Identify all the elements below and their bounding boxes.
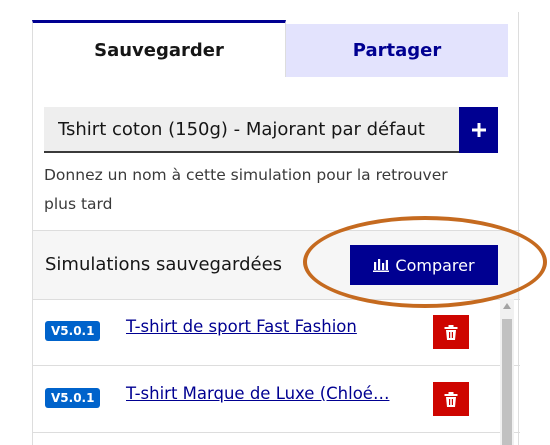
- saved-simulations-header: Simulations sauvegardées Comparer: [33, 230, 520, 300]
- version-badge: V5.0.1: [45, 388, 101, 408]
- simulation-name-input[interactable]: [44, 107, 459, 153]
- plus-icon: [471, 123, 486, 137]
- saved-simulations-title: Simulations sauvegardées: [45, 254, 283, 275]
- tab-bar: Sauvegarder Partager: [32, 20, 520, 77]
- simulation-name-row: [44, 107, 498, 153]
- tab-partager[interactable]: Partager: [286, 24, 508, 77]
- trash-icon: [444, 324, 458, 340]
- version-badge: V5.0.1: [45, 321, 101, 341]
- simulation-link[interactable]: T-shirt de sport Fast Fashion: [126, 317, 357, 336]
- compare-button[interactable]: Comparer: [350, 245, 498, 285]
- delete-simulation-button[interactable]: [433, 315, 469, 349]
- add-simulation-button[interactable]: [459, 107, 498, 153]
- simulation-panel: Sauvegarder Partager Donnez un nom à cet…: [28, 0, 520, 445]
- bar-chart-icon: [373, 259, 390, 272]
- tab-sauvegarder[interactable]: Sauvegarder: [32, 20, 286, 77]
- simulation-link[interactable]: T-shirt Marque de Luxe (Chloé…: [126, 384, 389, 403]
- scrollbar-thumb[interactable]: [502, 319, 512, 445]
- list-scrollbar[interactable]: [500, 299, 514, 445]
- list-item: V5.0.1 T-shirt de sport Fast Fashion: [33, 299, 520, 366]
- save-hint-text: Donnez un nom à cette simulation pour la…: [44, 166, 448, 213]
- scroll-up-arrow-icon[interactable]: [503, 303, 511, 309]
- list-item: V5.0.1 T-shirt Marque de Luxe (Chloé…: [33, 366, 520, 433]
- delete-simulation-button[interactable]: [433, 382, 469, 416]
- compare-button-label: Comparer: [395, 255, 475, 275]
- trash-icon: [444, 391, 458, 407]
- panel-edge: [518, 12, 519, 445]
- saved-simulations-list: V5.0.1 T-shirt de sport Fast Fashion V5.…: [33, 299, 520, 445]
